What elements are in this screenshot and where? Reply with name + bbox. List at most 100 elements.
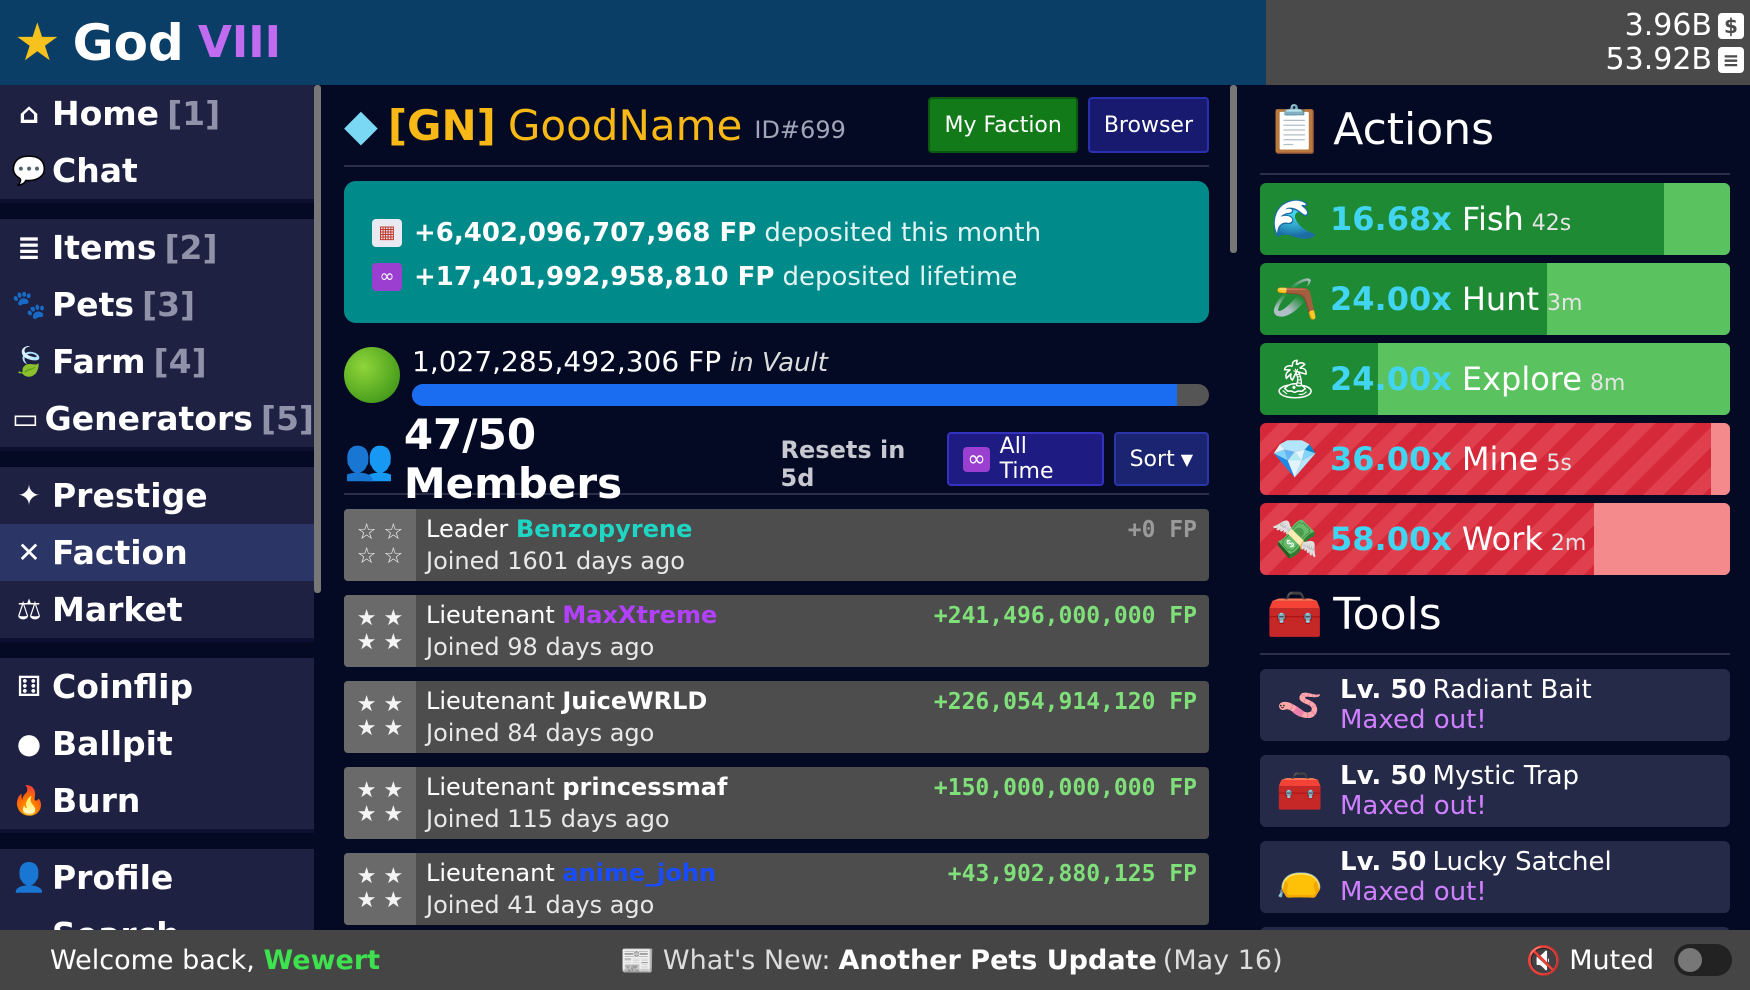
tool-name: Lucky Satchel — [1432, 847, 1612, 877]
tool-level: Lv. 50 — [1340, 761, 1427, 791]
sidebar-item-faction[interactable]: ✕ Faction — [0, 524, 314, 581]
sidebar-item-count: [1] — [167, 94, 221, 133]
vault-amount: 1,027,285,492,306 FP — [412, 344, 722, 378]
lifetime-deposit-row: ∞ +17,401,992,958,810 FP deposited lifet… — [372, 255, 1209, 299]
member-row[interactable]: ★ ★ ★ ★ Lieutenant princessmaf Joined 11… — [344, 767, 1209, 839]
member-role: Lieutenant — [426, 601, 555, 629]
sidebar-item-search[interactable]: ⌕ Search — [0, 906, 314, 930]
action-mine[interactable]: 💎 36.00x Mine 5s — [1260, 423, 1730, 495]
tool-level: Lv. 50 — [1340, 847, 1427, 877]
toggle-knob — [1678, 948, 1702, 972]
sidebar-item-generators[interactable]: ▭ Generators [5] — [0, 390, 314, 447]
member-contribution: +150,000,000,000 FP — [933, 775, 1197, 801]
member-row[interactable]: ★ ★ ★ ★ Lieutenant JuiceWRLD Joined 84 d… — [344, 681, 1209, 753]
member-contribution: +43,902,880,125 FP — [947, 861, 1197, 887]
paw-icon: 🐾 — [11, 288, 47, 321]
sidebar-item-market[interactable]: ⚖ Market — [0, 581, 314, 638]
action-explore[interactable]: 🏝 24.00x Explore 8m — [1260, 343, 1730, 415]
vault: 1,027,285,492,306 FP in Vault — [344, 341, 1209, 409]
cash-balance: 3.96B — [1624, 7, 1712, 43]
trap-icon: 🧰 — [1276, 768, 1324, 813]
sidebar-item-coinflip[interactable]: ⚅ Coinflip — [0, 658, 314, 715]
action-timer: 42s — [1531, 210, 1572, 236]
sidebar-item-burn[interactable]: 🔥 Burn — [0, 772, 314, 829]
sidebar-item-items[interactable]: ≣ Items [2] — [0, 219, 314, 276]
action-fish[interactable]: 🌊 16.68x Fish 42s — [1260, 183, 1730, 255]
member-name[interactable]: princessmaf — [562, 773, 727, 801]
member-row[interactable]: ☆ ☆ ☆ ☆ Leader Benzopyrene Joined 1601 d… — [344, 509, 1209, 581]
member-name[interactable]: MaxXtreme — [562, 601, 717, 629]
tool-list: 🪱 Lv. 50 Radiant Bait Maxed out! 🧰 Lv. 50… — [1260, 669, 1750, 930]
sidebar-item-count: [3] — [141, 285, 196, 324]
wave-icon: 🌊 — [1271, 196, 1319, 241]
sidebar-item-home[interactable]: ⌂ Home [1] — [0, 85, 314, 142]
member-row[interactable]: ★ ★ ★ ★ Lieutenant MaxXtreme Joined 98 d… — [344, 595, 1209, 667]
faction-panel: ◆ [GN] GoodName ID#699 My Faction Browse… — [330, 85, 1210, 930]
sort-dropdown[interactable]: Sort ▼ — [1113, 432, 1210, 486]
action-hunt[interactable]: 🪃 24.00x Hunt 3m — [1260, 263, 1730, 335]
search-icon: ⌕ — [10, 918, 48, 931]
month-deposit-label: deposited this month — [764, 218, 1042, 248]
mute-toggle[interactable] — [1674, 944, 1732, 976]
brand[interactable]: ★ God VIII — [0, 0, 1266, 85]
member-name[interactable]: Benzopyrene — [516, 515, 692, 543]
tool-item[interactable]: 🧰 Lv. 50 Mystic Trap Maxed out! — [1260, 755, 1730, 827]
generator-icon: ▭ — [12, 402, 39, 435]
bait-icon: 🪱 — [1276, 682, 1324, 727]
tool-item[interactable]: 🪱 Lv. 50 Radiant Bait Maxed out! — [1260, 669, 1730, 741]
sparkle-icon: ✦ — [17, 479, 41, 512]
sidebar-item-prestige[interactable]: ✦ Prestige — [0, 467, 314, 524]
tool-level: Lv. 50 — [1340, 675, 1427, 705]
sidebar-item-label: Search — [52, 915, 180, 930]
action-name: Explore — [1461, 360, 1582, 398]
sidebar-item-label: Home — [52, 94, 160, 133]
flame-icon: 🔥 — [11, 784, 47, 817]
top-bar: ★ God VIII 3.96B $ 53.92B ≡ — [0, 0, 1750, 85]
sidebar-item-profile[interactable]: 👤 Profile — [0, 849, 314, 906]
sidebar-item-label: Profile — [52, 858, 174, 897]
member-joined: Joined 98 days ago — [426, 633, 655, 661]
sidebar-item-label: Farm — [52, 342, 146, 381]
app-numeral: VIII — [197, 17, 281, 68]
sidebar-item-chat[interactable]: 💬 Chat — [0, 142, 314, 199]
sidebar-item-label: Chat — [52, 151, 138, 190]
member-name[interactable]: anime_john — [562, 859, 716, 887]
mute-control[interactable]: 🔇 Muted — [1526, 944, 1732, 977]
sidebar-item-ballpit[interactable]: ● Ballpit — [0, 715, 314, 772]
lifetime-deposit-amount: +17,401,992,958,810 FP — [414, 262, 775, 292]
sidebar-scrollbar[interactable] — [314, 85, 321, 593]
main-scrollbar[interactable] — [1230, 85, 1237, 253]
all-time-filter-button[interactable]: ∞ All Time — [947, 432, 1104, 486]
tool-status: Maxed out! — [1340, 877, 1487, 907]
action-multiplier: 58.00x — [1330, 520, 1452, 558]
sidebar-item-label: Pets — [52, 285, 134, 324]
month-deposit-row: ▦ +6,402,096,707,968 FP deposited this m… — [372, 211, 1209, 255]
news-link[interactable]: 📰 What's New: Another Pets Update (May 1… — [620, 944, 1283, 977]
vault-orb-icon — [344, 347, 400, 403]
toolbox-icon: 🧰 — [1266, 586, 1324, 641]
star-icon: ★ — [14, 12, 61, 73]
member-name[interactable]: JuiceWRLD — [562, 687, 707, 715]
member-row[interactable]: ★ ★ ★ ★ Lieutenant anime_john Joined 41 … — [344, 853, 1209, 925]
sidebar-item-label: Ballpit — [52, 724, 173, 763]
action-progress — [1711, 423, 1730, 495]
news-date: (May 16) — [1162, 944, 1283, 976]
action-timer: 5s — [1546, 450, 1572, 476]
browser-button[interactable]: Browser — [1087, 97, 1209, 153]
ball-icon: ● — [16, 727, 42, 760]
sidebar-group: ⌂ Home [1] 💬 Chat — [0, 85, 314, 203]
sidebar-item-label: Burn — [52, 781, 141, 820]
dollar-icon: $ — [1718, 12, 1744, 39]
vault-label: in Vault — [730, 347, 828, 378]
infinity-icon: ∞ — [372, 263, 402, 291]
action-multiplier: 36.00x — [1330, 440, 1452, 478]
action-work[interactable]: 💸 58.00x Work 2m — [1260, 503, 1730, 575]
username[interactable]: Wewert — [263, 945, 380, 976]
sidebar-group: 👤Profile ⌕ Search — [0, 849, 314, 930]
sidebar-item-pets[interactable]: 🐾 Pets [3] — [0, 276, 314, 333]
my-faction-button[interactable]: My Faction — [928, 97, 1078, 153]
sidebar-item-farm[interactable]: 🍃 Farm [4] — [0, 333, 314, 390]
reset-timer: Resets in 5d — [780, 436, 906, 492]
tool-item[interactable]: 👝 Lv. 50 Lucky Satchel Maxed out! — [1260, 841, 1730, 913]
caret-down-icon: ▼ — [1180, 449, 1194, 469]
